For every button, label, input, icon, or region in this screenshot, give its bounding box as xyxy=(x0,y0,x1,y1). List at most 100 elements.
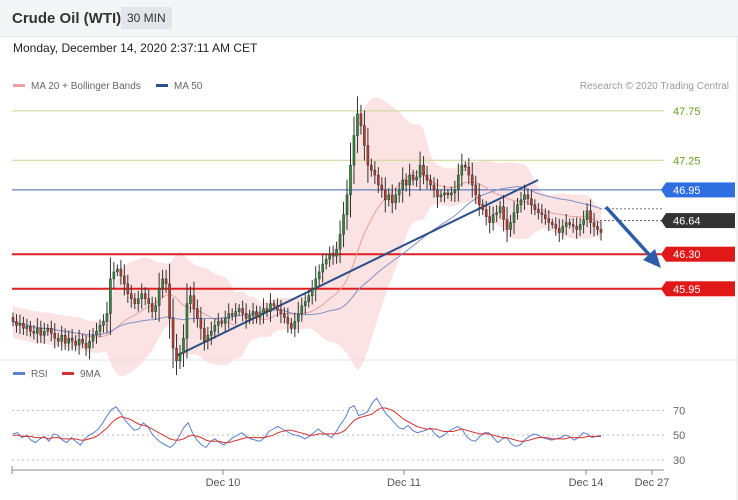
level-label-46.64: 46.64 xyxy=(673,216,701,228)
candle-body xyxy=(199,318,203,329)
candle-body xyxy=(578,224,582,230)
candle-body xyxy=(467,166,471,176)
candle-body xyxy=(147,298,150,304)
candle-body xyxy=(557,228,561,233)
candle-body xyxy=(230,313,234,316)
level-label-47.75: 47.75 xyxy=(673,106,701,118)
candle-body xyxy=(136,298,140,304)
candle-body xyxy=(98,325,102,332)
candle-body xyxy=(599,229,603,233)
candle-body xyxy=(70,337,74,342)
candle-body xyxy=(571,224,575,227)
projection-arrow xyxy=(604,205,656,262)
candle-body xyxy=(248,315,251,319)
candle-body xyxy=(544,214,547,219)
candle-body xyxy=(255,311,258,318)
candle-body xyxy=(554,224,558,229)
candle-body xyxy=(363,125,366,146)
candle-body xyxy=(418,164,422,178)
candle-body xyxy=(516,204,519,213)
level-tag-pointer-46.64 xyxy=(661,213,666,229)
candle-body xyxy=(404,179,408,186)
candle-body xyxy=(509,222,512,230)
candle-body xyxy=(39,328,43,336)
candle-body xyxy=(432,184,436,191)
candle-body xyxy=(164,278,168,285)
candle-body xyxy=(192,295,196,309)
x-axis-label-dec-27: Dec 27 xyxy=(635,477,670,489)
candle-body xyxy=(551,222,554,225)
candle-body xyxy=(112,271,116,280)
candle-body xyxy=(484,209,488,217)
candle-body xyxy=(450,192,453,196)
candle-body xyxy=(185,303,189,339)
level-tag-pointer-46.30 xyxy=(661,246,666,262)
candle-body xyxy=(300,305,304,314)
candle-body xyxy=(262,308,265,314)
candle-body xyxy=(564,222,568,227)
candle-body xyxy=(43,331,46,336)
candle-body xyxy=(269,303,272,312)
candle-body xyxy=(216,321,220,326)
candle-body xyxy=(15,321,18,326)
candle-body xyxy=(237,308,241,312)
candle-body xyxy=(425,174,429,181)
candle-body xyxy=(189,295,192,304)
candle-body xyxy=(377,174,380,186)
candle-body xyxy=(150,303,154,312)
candle-body xyxy=(540,212,544,215)
candle-body xyxy=(234,311,237,316)
rsi-tick-label-50: 50 xyxy=(673,430,685,442)
candle-body xyxy=(589,210,592,223)
candle-body xyxy=(220,321,224,324)
candle-body xyxy=(457,174,460,191)
candle-body xyxy=(422,164,425,176)
candle-body xyxy=(95,331,98,336)
candle-body xyxy=(394,194,398,204)
candle-body xyxy=(547,218,551,223)
candle-body xyxy=(157,288,161,306)
candle-body xyxy=(29,326,32,332)
candle-body xyxy=(561,226,565,233)
candle-body xyxy=(387,194,391,201)
candle-body xyxy=(210,331,213,336)
candle-body xyxy=(276,305,279,310)
candle-body xyxy=(22,323,25,329)
candle-body xyxy=(265,308,269,312)
candle-body xyxy=(130,293,133,299)
candle-body xyxy=(342,214,345,235)
candle-body xyxy=(60,335,63,342)
candle-body xyxy=(460,164,464,176)
candle-body xyxy=(196,308,199,319)
candle-body xyxy=(352,135,356,166)
candle-body xyxy=(126,283,130,294)
candle-body xyxy=(537,209,540,213)
candle-body xyxy=(310,288,314,296)
candle-body xyxy=(338,234,342,250)
candle-body xyxy=(328,253,331,260)
candle-body xyxy=(283,313,286,318)
candle-body xyxy=(227,313,231,319)
candle-body xyxy=(345,194,349,215)
candle-body xyxy=(53,333,57,339)
candle-body xyxy=(67,337,70,344)
candle-body xyxy=(523,194,526,201)
candle-body xyxy=(321,263,324,273)
candle-body xyxy=(568,222,571,225)
candle-body xyxy=(498,206,502,213)
candle-body xyxy=(317,271,321,280)
candle-body xyxy=(74,340,77,346)
candle-body xyxy=(77,338,81,346)
candle-body xyxy=(161,278,164,290)
level-tag-pointer-45.95 xyxy=(661,281,666,297)
price-chart[interactable]: 47.7547.2546.9546.6446.3045.95705030Dec … xyxy=(0,0,738,500)
candle-body xyxy=(46,328,50,332)
candle-body xyxy=(370,164,373,171)
rsi-tick-label-30: 30 xyxy=(673,455,685,467)
candle-body xyxy=(519,199,523,206)
candle-body xyxy=(56,337,60,342)
candle-body xyxy=(477,194,481,206)
candle-body xyxy=(530,198,533,206)
candle-body xyxy=(383,189,387,201)
candle-body xyxy=(488,216,491,223)
